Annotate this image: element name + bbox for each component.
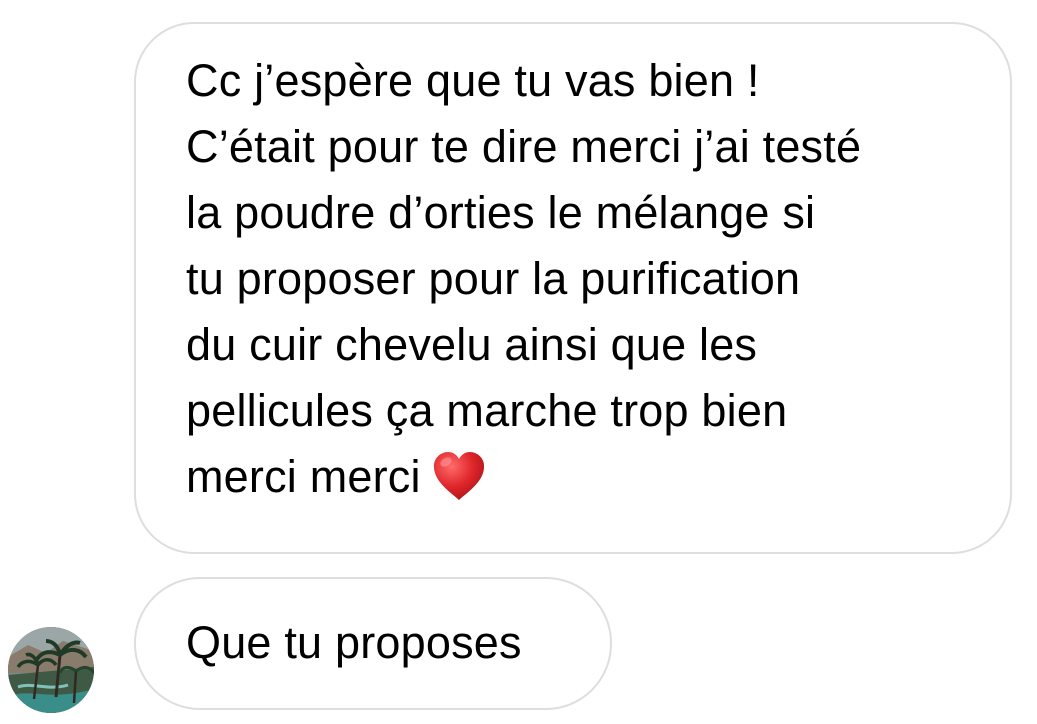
message-line: Cc j’espère que tu vas bien !: [186, 55, 760, 106]
message-line: la poudre d’orties le mélange si: [186, 187, 816, 238]
incoming-message-bubble[interactable]: Cc j’espère que tu vas bien ! C’était po…: [134, 22, 1012, 554]
red-heart-icon: [431, 450, 487, 520]
message-line-text: merci merci: [186, 451, 421, 502]
message-line: du cuir chevelu ainsi que les: [186, 319, 758, 370]
sender-avatar[interactable]: [8, 627, 94, 713]
incoming-message-bubble[interactable]: Que tu proposes: [134, 577, 612, 710]
message-line: C’était pour te dire merci j’ai testé: [186, 121, 862, 172]
message-line: tu proposer pour la purification: [186, 253, 801, 304]
palm-trees-landscape-icon: [8, 627, 94, 713]
message-last-line: merci merci: [186, 444, 970, 520]
message-line: pellicules ça marche trop bien: [186, 385, 788, 436]
message-line: Que tu proposes: [186, 617, 522, 668]
